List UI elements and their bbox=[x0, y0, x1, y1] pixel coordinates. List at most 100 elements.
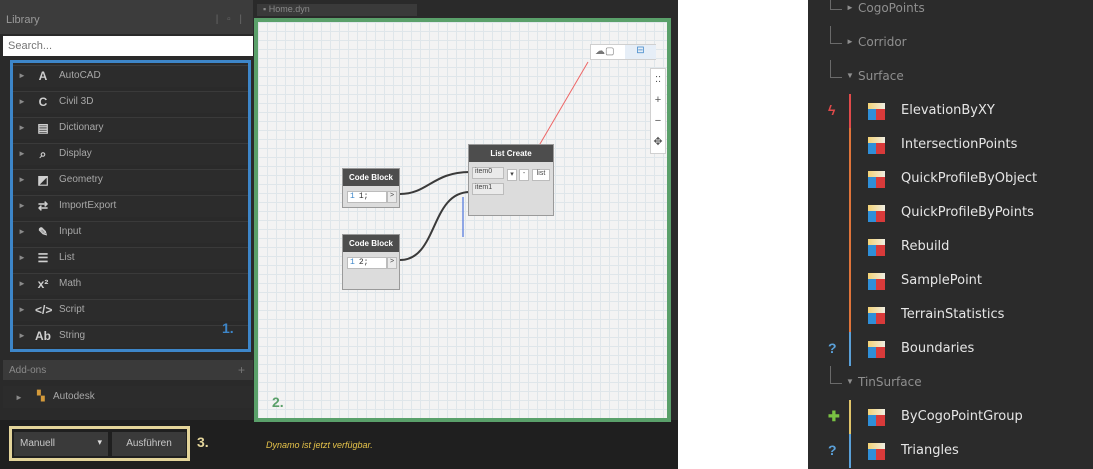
tree-node-item[interactable]: Rebuild bbox=[808, 230, 1093, 264]
expand-arrow-icon: ► bbox=[18, 149, 26, 158]
line-number: 1 bbox=[350, 192, 355, 201]
library-item[interactable]: ► ◩ Geometry bbox=[13, 169, 248, 191]
category-icon: A bbox=[38, 69, 48, 83]
node-cube-icon bbox=[868, 239, 885, 256]
library-item-label: Autodesk bbox=[53, 391, 95, 402]
node-title: List Create bbox=[469, 145, 553, 162]
tree-connector bbox=[830, 43, 842, 44]
chevron-down-icon[interactable]: ▼ bbox=[846, 377, 854, 386]
expand-arrow-icon: ► bbox=[15, 393, 23, 402]
tree-connector bbox=[830, 366, 831, 383]
zoom-fit-icon[interactable]: :: bbox=[651, 69, 665, 90]
node-cube-icon bbox=[868, 409, 885, 426]
node-cube-icon bbox=[868, 171, 885, 188]
tree-group[interactable]: ► Corridor bbox=[808, 26, 1093, 60]
expand-arrow-icon: ► bbox=[18, 123, 26, 132]
library-search-input[interactable] bbox=[3, 36, 253, 56]
list-create-node[interactable]: List Create item0 item1 ▾ - list bbox=[468, 144, 554, 216]
remove-input-button[interactable]: - bbox=[519, 169, 529, 181]
library-item[interactable]: ► ☰ List bbox=[13, 247, 248, 269]
pan-icon[interactable]: ✥ bbox=[651, 132, 665, 153]
background-3d-icon[interactable]: ☁▢ bbox=[595, 46, 614, 57]
library-item-label: AutoCAD bbox=[59, 70, 101, 81]
library-item[interactable]: ► Ab String bbox=[13, 325, 248, 347]
warning-icon: ϟ bbox=[828, 102, 836, 118]
library-item[interactable]: ► ✎ Input bbox=[13, 221, 248, 243]
graph-view-icon[interactable]: ⊟ bbox=[625, 45, 656, 59]
zoom-out-icon[interactable]: − bbox=[651, 111, 665, 132]
output-port[interactable]: > bbox=[387, 257, 397, 269]
tree-node-item[interactable]: ✚ ByCogoPointGroup bbox=[808, 400, 1093, 434]
library-item[interactable]: ► ⇄ ImportExport bbox=[13, 195, 248, 217]
run-mode-dropdown[interactable]: Manuell ▾ bbox=[14, 432, 108, 456]
addons-header[interactable]: Add-ons + bbox=[3, 360, 253, 380]
tree-node-item[interactable]: QuickProfileByPoints bbox=[808, 196, 1093, 230]
library-item-label: Input bbox=[59, 226, 82, 237]
zoom-controls: :: + − ✥ bbox=[650, 68, 666, 154]
addons-expand-icon[interactable]: + bbox=[238, 363, 245, 377]
output-port-list[interactable]: list bbox=[532, 169, 550, 181]
chevron-right-icon[interactable]: ► bbox=[846, 3, 854, 12]
tree-node-label: ByCogoPointGroup bbox=[901, 409, 1023, 424]
tree-group[interactable]: ▼ Surface bbox=[808, 60, 1093, 94]
library-header-icons[interactable]: | ▫ | bbox=[216, 14, 245, 25]
output-port[interactable]: > bbox=[387, 191, 397, 203]
run-button[interactable]: Ausführen bbox=[112, 432, 186, 456]
library-item[interactable]: ► </> Script bbox=[13, 299, 248, 321]
library-item[interactable]: ► x² Math bbox=[13, 273, 248, 295]
node-cube-icon bbox=[868, 103, 885, 120]
tree-group-label: Corridor bbox=[858, 35, 907, 49]
view-toggle[interactable]: ☁▢ ⊟ bbox=[590, 44, 656, 60]
autodesk-icon: ▚ bbox=[37, 391, 45, 402]
status-bar bbox=[849, 94, 851, 128]
library-item-label: Civil 3D bbox=[59, 96, 94, 107]
library-item-label: Script bbox=[59, 304, 85, 315]
status-bar bbox=[849, 162, 851, 196]
tree-node-item[interactable]: QuickProfileByObject bbox=[808, 162, 1093, 196]
library-item-autodesk[interactable]: ► ▚ Autodesk bbox=[3, 386, 253, 408]
node-cube-icon bbox=[868, 137, 885, 154]
tree-connector bbox=[830, 383, 842, 384]
code-input[interactable]: 1 2; bbox=[347, 257, 387, 269]
tree-node-item[interactable]: ? Boundaries bbox=[808, 332, 1093, 366]
node-cube-icon bbox=[868, 307, 885, 324]
tree-node-label: Boundaries bbox=[901, 341, 975, 356]
tree-node-item[interactable]: SamplePoint bbox=[808, 264, 1093, 298]
status-bar bbox=[849, 298, 851, 332]
tree-node-item[interactable]: ? Triangles bbox=[808, 434, 1093, 468]
help-icon: ? bbox=[828, 340, 837, 356]
input-port-item1[interactable]: item1 bbox=[472, 183, 504, 195]
library-item[interactable]: ► C Civil 3D bbox=[13, 91, 248, 113]
tree-group[interactable]: ► CogoPoints bbox=[808, 0, 1093, 26]
library-category-list: ► A AutoCAD ► C Civil 3D ► ▤ Dictionary ► ⌕ Display… bbox=[10, 60, 251, 352]
tree-group[interactable]: ▼ TinSurface bbox=[808, 366, 1093, 400]
code-input[interactable]: 1 1; bbox=[347, 191, 387, 203]
library-item[interactable]: ► A AutoCAD bbox=[13, 65, 248, 87]
status-bar bbox=[849, 196, 851, 230]
library-item[interactable]: ► ▤ Dictionary bbox=[13, 117, 248, 139]
workspace-tab[interactable]: ▪ Home.dyn bbox=[257, 4, 417, 16]
addons-label: Add-ons bbox=[9, 365, 47, 376]
chevron-right-icon[interactable]: ► bbox=[846, 37, 854, 46]
category-icon: ◩ bbox=[37, 173, 49, 187]
tree-node-label: SamplePoint bbox=[901, 273, 983, 288]
category-icon: </> bbox=[35, 303, 53, 317]
add-input-button[interactable]: ▾ bbox=[507, 169, 517, 181]
tree-node-item[interactable]: TerrainStatistics bbox=[808, 298, 1093, 332]
expand-arrow-icon: ► bbox=[18, 227, 26, 236]
tree-node-item[interactable]: ϟ ElevationByXY bbox=[808, 94, 1093, 128]
library-item-label: String bbox=[59, 330, 86, 341]
zoom-in-icon[interactable]: + bbox=[651, 90, 665, 111]
chevron-down-icon[interactable]: ▼ bbox=[846, 71, 854, 80]
node-cube-icon bbox=[868, 341, 885, 358]
status-bar bbox=[849, 434, 851, 468]
status-bar bbox=[849, 400, 851, 434]
input-port-item0[interactable]: item0 bbox=[472, 167, 504, 179]
library-item[interactable]: ► ⌕ Display bbox=[13, 143, 248, 165]
tree-node-item[interactable]: IntersectionPoints bbox=[808, 128, 1093, 162]
graph-canvas[interactable]: ☁▢ ⊟ :: + − ✥ Code Block 1 1; > Code Bloc… bbox=[254, 18, 671, 422]
code-block-node[interactable]: Code Block 1 1; > bbox=[342, 168, 400, 208]
code-block-node[interactable]: Code Block 1 2; > bbox=[342, 234, 400, 290]
expand-arrow-icon: ► bbox=[18, 331, 26, 340]
tree-group-label: TinSurface bbox=[858, 375, 922, 389]
